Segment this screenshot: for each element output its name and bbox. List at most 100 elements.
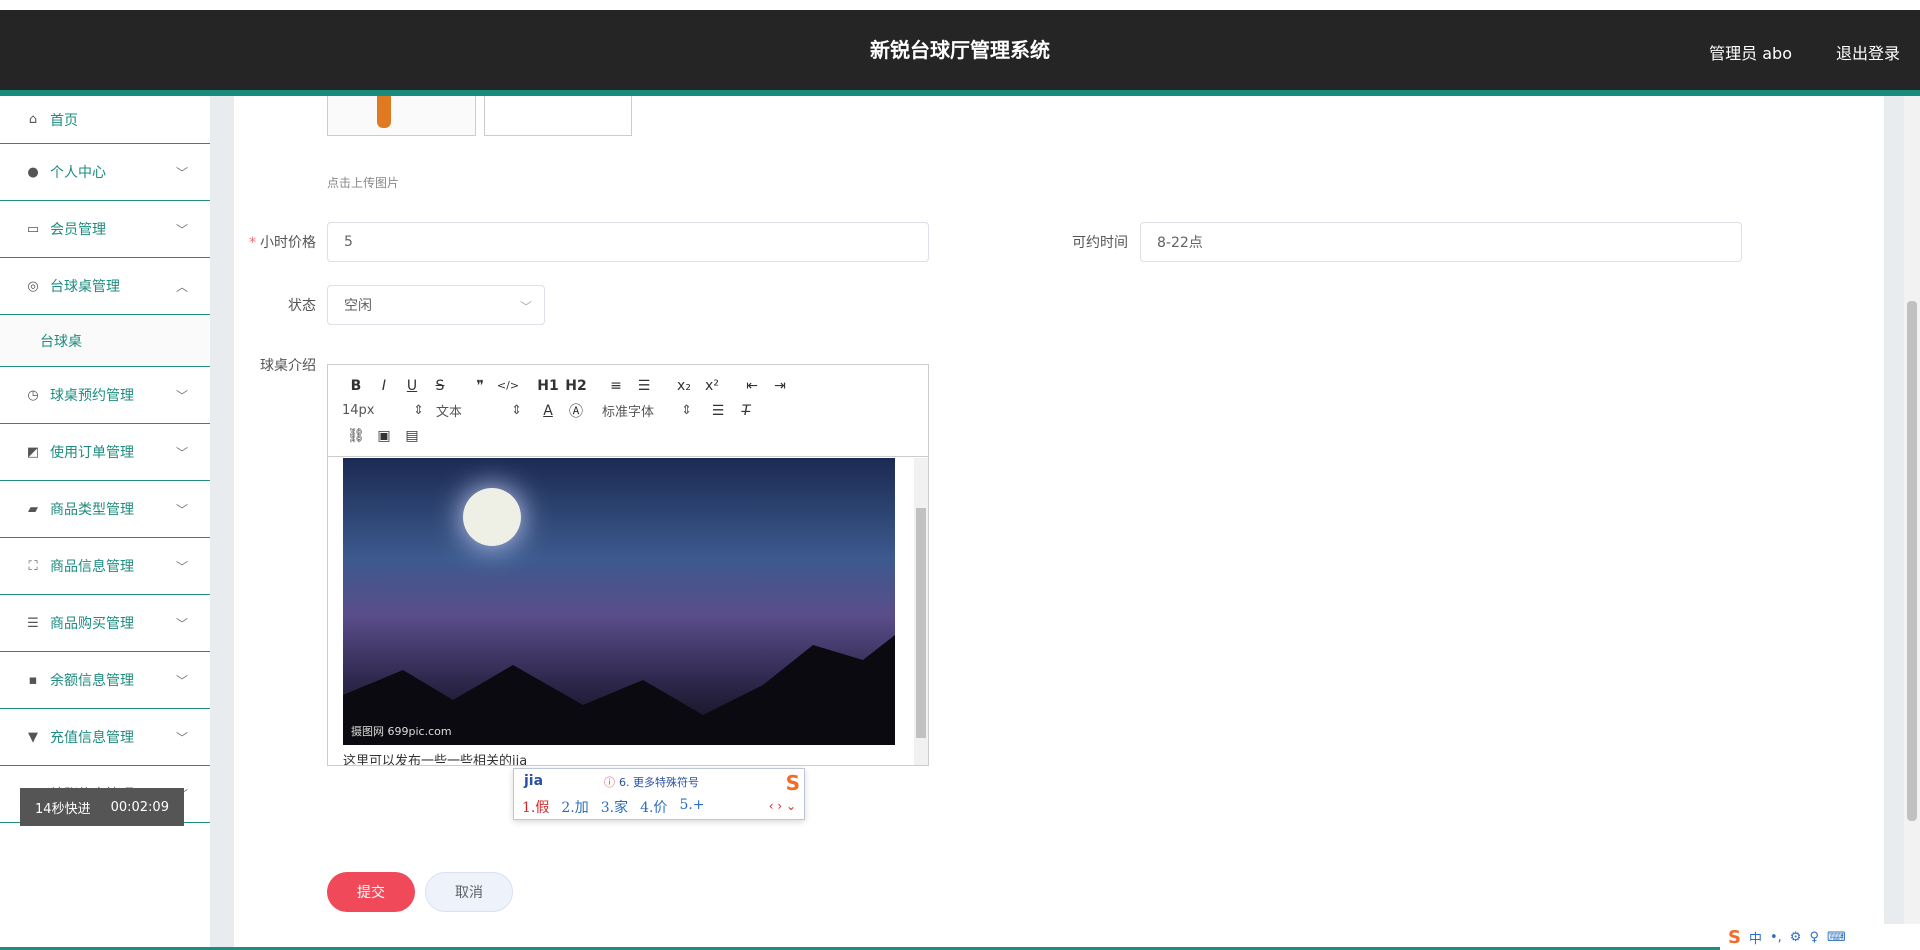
time-input[interactable]: 8-22点 bbox=[1140, 222, 1742, 262]
upload-image-slot[interactable] bbox=[484, 96, 632, 136]
punctuation-icon[interactable]: •, bbox=[1770, 930, 1782, 945]
chevron-down-icon: ﹀ bbox=[175, 617, 188, 631]
underline-button[interactable]: U bbox=[398, 375, 426, 397]
font-size-value: 14px bbox=[342, 403, 375, 418]
required-mark: * bbox=[249, 235, 256, 251]
image-icon[interactable]: ▣ bbox=[370, 425, 398, 447]
outdent-button[interactable]: ⇤ bbox=[738, 375, 766, 397]
app-title: 新锐台球厅管理系统 bbox=[870, 38, 1050, 62]
image-preview bbox=[377, 96, 391, 128]
chat-icon: ▭ bbox=[26, 221, 40, 237]
link-icon[interactable]: ⛓ bbox=[342, 425, 370, 447]
sidebar-item-recharge[interactable]: ▼ 充值信息管理 ﹀ bbox=[0, 709, 210, 766]
cancel-button[interactable]: 取消 bbox=[425, 872, 513, 912]
superscript-button[interactable]: x² bbox=[698, 375, 726, 397]
chevron-down-icon: ﹀ bbox=[175, 446, 188, 460]
indent-button[interactable]: ⇥ bbox=[766, 375, 794, 397]
ime-candidate[interactable]: 5.+ bbox=[679, 797, 704, 817]
sidebar-item-label: 首页 bbox=[50, 112, 78, 129]
text-type-value: 文本 bbox=[436, 405, 463, 420]
subscript-button[interactable]: x₂ bbox=[670, 375, 698, 397]
mic-tray-icon[interactable]: ♀ bbox=[1809, 930, 1819, 945]
ime-page-arrows-icon[interactable]: ‹ › ⌄ bbox=[769, 799, 796, 813]
sidebar-item-balance[interactable]: ▪ 余额信息管理 ﹀ bbox=[0, 652, 210, 709]
video-icon[interactable]: ▤ bbox=[398, 425, 426, 447]
user-icon: ● bbox=[27, 164, 39, 180]
code-button[interactable]: </> bbox=[494, 375, 522, 397]
logout-link[interactable]: 退出登录 bbox=[1836, 40, 1900, 64]
keyboard-tray-icon[interactable]: ⌨ bbox=[1827, 930, 1846, 945]
font-family-value: 标准字体 bbox=[602, 405, 655, 420]
submit-button[interactable]: 提交 bbox=[327, 872, 415, 912]
ime-pinyin: jia bbox=[524, 773, 544, 789]
bold-button[interactable]: B bbox=[342, 375, 370, 397]
ime-candidate[interactable]: 4.价 bbox=[640, 797, 667, 817]
list-icon: ☰ bbox=[27, 615, 39, 631]
sidebar-item-members[interactable]: ▭ 会员管理 ﹀ bbox=[0, 201, 210, 258]
clear-format-icon[interactable]: T̶ bbox=[732, 400, 760, 422]
sogou-tray-icon[interactable]: S bbox=[1728, 927, 1741, 948]
stamp-icon: ▼ bbox=[28, 729, 38, 745]
editor-scrollbar[interactable] bbox=[914, 458, 928, 765]
image-watermark: 摄图网 699pic.com bbox=[351, 725, 452, 738]
text-type-select[interactable]: 文本 ⇕ bbox=[436, 401, 522, 420]
page-scroll-thumb[interactable] bbox=[1907, 301, 1917, 821]
clock-icon: ◷ bbox=[27, 387, 39, 403]
sidebar-item-orders[interactable]: ◩ 使用订单管理 ﹀ bbox=[0, 424, 210, 481]
sidebar-item-label: 会员管理 bbox=[50, 222, 106, 238]
italic-button[interactable]: I bbox=[370, 375, 398, 397]
font-size-select[interactable]: 14px ⇕ bbox=[342, 403, 424, 418]
h2-button[interactable]: H2 bbox=[562, 375, 590, 397]
editor-text: 这里可以发布一些一些相关的jia bbox=[343, 754, 528, 765]
font-family-select[interactable]: 标准字体 ⇕ bbox=[602, 401, 692, 420]
quote-button[interactable]: ❞ bbox=[466, 375, 494, 397]
chevron-down-icon: ﹀ bbox=[175, 560, 188, 574]
sidebar-item-tables[interactable]: ◎ 台球桌管理 ︿ bbox=[0, 258, 210, 315]
price-input[interactable]: 5 bbox=[327, 222, 929, 262]
h1-button[interactable]: H1 bbox=[534, 375, 562, 397]
status-select[interactable]: 空闲 ﹀ bbox=[327, 285, 545, 325]
font-color-icon[interactable]: A bbox=[534, 400, 562, 422]
settings-tray-icon[interactable]: ⚙ bbox=[1790, 930, 1802, 945]
sidebar-item-label: 商品购买管理 bbox=[50, 616, 134, 632]
sidebar-item-reservations[interactable]: ◷ 球桌预约管理 ﹀ bbox=[0, 367, 210, 424]
timer-time: 00:02:09 bbox=[110, 799, 169, 815]
sidebar-item-purchases[interactable]: ☰ 商品购买管理 ﹀ bbox=[0, 595, 210, 652]
chart-icon: ◩ bbox=[26, 444, 40, 460]
ime-candidate[interactable]: 3.家 bbox=[601, 797, 628, 817]
chevron-down-icon: ﹀ bbox=[175, 166, 188, 180]
ime-hint: ⓘ 6. 更多特殊符号 bbox=[604, 774, 703, 790]
ordered-list-button[interactable]: ≡ bbox=[602, 375, 630, 397]
uploaded-image-thumb[interactable] bbox=[327, 96, 476, 136]
sidebar-subitem-table[interactable]: 台球桌 bbox=[0, 315, 210, 367]
bullet-list-button[interactable]: ☰ bbox=[630, 375, 658, 397]
rich-text-editor[interactable]: B I U S ❞ </> H1 H2 ≡ ☰ x₂ x² ⇤ ⇥ 14px ⇕ … bbox=[327, 364, 929, 766]
ime-candidate[interactable]: 2.加 bbox=[561, 797, 588, 817]
chevron-up-icon: ︿ bbox=[175, 280, 188, 294]
editor-toolbar: B I U S ❞ </> H1 H2 ≡ ☰ x₂ x² ⇤ ⇥ 14px ⇕ … bbox=[328, 365, 928, 457]
top-white-strip bbox=[0, 0, 1920, 10]
frame-icon: ⛶ bbox=[28, 558, 38, 574]
background-color-icon[interactable]: Ⓐ bbox=[562, 400, 590, 422]
sidebar-item-product-types[interactable]: ▰ 商品类型管理 ﹀ bbox=[0, 481, 210, 538]
intro-label: 球桌介绍 bbox=[260, 358, 316, 374]
chevron-down-icon: ﹀ bbox=[175, 674, 188, 688]
ime-candidate-window: jia ⓘ 6. 更多特殊符号 S 1.假 2.加 3.家 4.价 5.+ ‹ ›… bbox=[513, 768, 805, 820]
chevron-down-icon: ﹀ bbox=[175, 731, 188, 745]
align-icon[interactable]: ☰ bbox=[704, 400, 732, 422]
current-user: 管理员 abo bbox=[1709, 44, 1792, 63]
wallet-icon: ▰ bbox=[28, 501, 38, 517]
sidebar-item-label: 个人中心 bbox=[50, 165, 106, 181]
sidebar-item-home[interactable]: ⌂ 首页 bbox=[0, 96, 210, 144]
editor-body[interactable]: 摄图网 699pic.com 这里可以发布一些一些相关的jia bbox=[328, 458, 928, 765]
editor-scroll-thumb[interactable] bbox=[916, 508, 926, 738]
sidebar-item-profile[interactable]: ● 个人中心 ﹀ bbox=[0, 144, 210, 201]
page-scrollbar[interactable] bbox=[1904, 96, 1920, 950]
message-icon: ▪ bbox=[28, 672, 38, 688]
strike-button[interactable]: S bbox=[426, 375, 454, 397]
sidebar-item-label: 商品类型管理 bbox=[50, 502, 134, 518]
moon-graphic bbox=[463, 488, 521, 546]
ime-candidate[interactable]: 1.假 bbox=[522, 797, 549, 817]
ime-mode-icon[interactable]: 中 bbox=[1749, 928, 1762, 947]
sidebar-item-products[interactable]: ⛶ 商品信息管理 ﹀ bbox=[0, 538, 210, 595]
